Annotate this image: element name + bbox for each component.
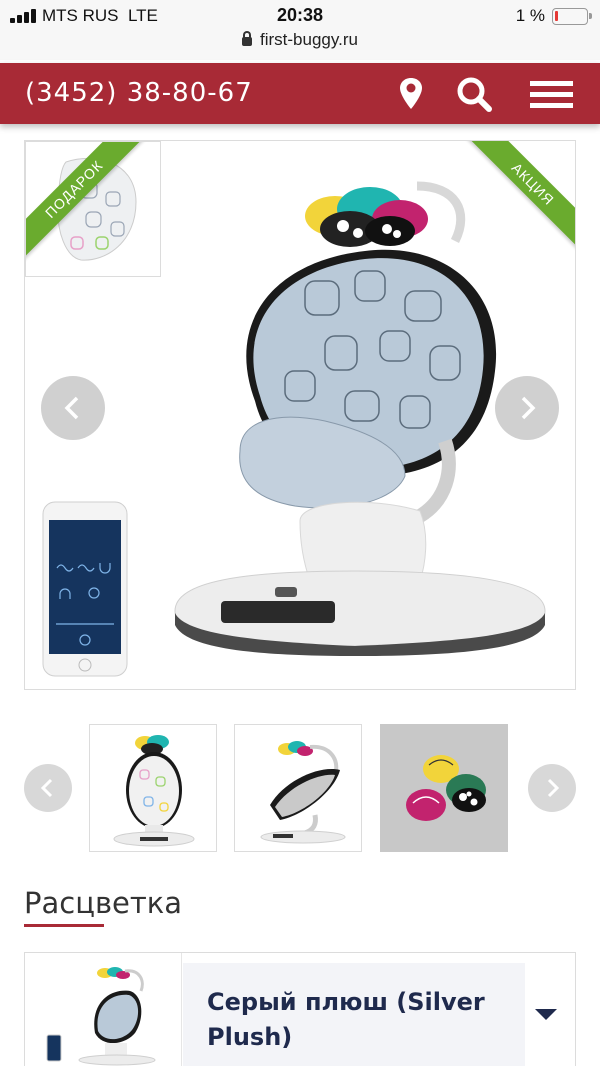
toys-image [406, 755, 486, 821]
thumbnail-toys[interactable] [380, 724, 508, 852]
chevron-left-icon [40, 778, 53, 798]
phone-link[interactable]: (3452) 38-80-67 [25, 78, 253, 108]
url-text: first-buggy.ru [260, 30, 358, 49]
swing-front-image [113, 735, 195, 847]
lock-icon [242, 31, 253, 46]
swing-side-image [260, 741, 346, 844]
address-bar[interactable]: first-buggy.ru [0, 30, 600, 60]
thumbs-next-button[interactable] [528, 764, 576, 812]
clock: 20:38 [276, 5, 324, 25]
section-underline [24, 924, 104, 927]
menu-icon[interactable] [530, 76, 573, 112]
site-header: (3452) 38-80-67 [0, 63, 600, 124]
main-product-image[interactable]: ПОДАРОК АКЦИЯ [24, 140, 576, 690]
gift-thumbnail[interactable]: ПОДАРОК [25, 141, 161, 277]
color-dropdown[interactable]: Серый плюш (Silver Plush) [183, 963, 525, 1066]
swing-color-image [46, 967, 156, 1066]
chevron-right-icon [521, 396, 536, 420]
thumbs-prev-button[interactable] [24, 764, 72, 812]
status-bar: MTS RUS LTE 20:38 1 % [0, 0, 600, 30]
battery-icon [552, 8, 592, 25]
phone-app-image [42, 501, 128, 677]
color-thumbnail [25, 953, 182, 1066]
main-next-button[interactable] [495, 376, 559, 440]
chevron-down-icon[interactable] [535, 1009, 557, 1020]
thumbnail-front-view[interactable] [89, 724, 217, 852]
chevron-left-icon [64, 396, 79, 420]
color-section-title: Расцветка [24, 886, 183, 920]
location-pin-icon[interactable] [395, 76, 435, 112]
thumbnail-side-view[interactable] [234, 724, 362, 852]
color-selector[interactable]: Серый плюш (Silver Plush) [24, 952, 576, 1066]
search-icon[interactable] [455, 76, 495, 112]
selected-color-label: Серый плюш (Silver Plush) [207, 988, 485, 1051]
main-prev-button[interactable] [41, 376, 105, 440]
chevron-right-icon [547, 778, 560, 798]
battery-percent: 1 % [515, 6, 545, 25]
